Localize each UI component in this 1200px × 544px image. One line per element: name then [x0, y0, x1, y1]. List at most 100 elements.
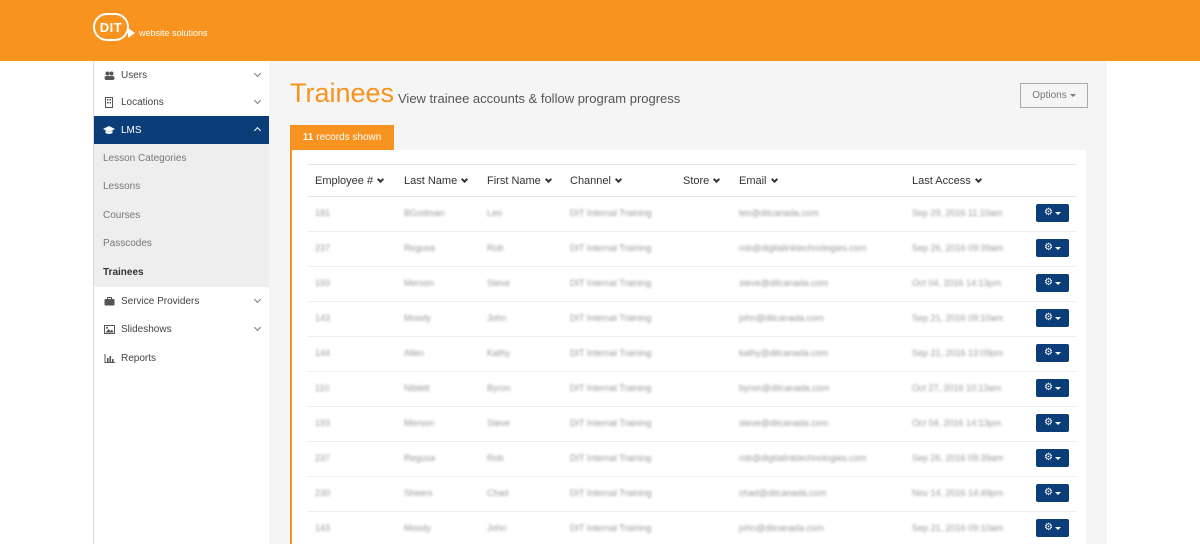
row-actions-button[interactable]: ⚙ — [1036, 239, 1069, 257]
table-row[interactable]: 144 Allen Kathy DIT Internal Training kathy@… — [307, 337, 1077, 372]
table-row[interactable]: 110 Niblett Byron DIT Internal Training byro… — [307, 372, 1077, 407]
column-header-last-name[interactable]: Last Name — [404, 175, 469, 187]
table-row[interactable]: 237 Regusa Rob DIT Internal Training rob@dig… — [307, 232, 1077, 267]
records-count-badge: 11 records shown — [290, 125, 394, 150]
sidebar-subitem-trainees[interactable]: Trainees — [94, 258, 270, 286]
row-actions-button[interactable]: ⚙ — [1036, 414, 1069, 432]
chevron-down-icon — [253, 69, 262, 78]
row-actions-button[interactable]: ⚙ — [1036, 449, 1069, 467]
column-header-store[interactable]: Store — [683, 175, 721, 187]
cell-last-access: Sep 21, 2016 13:09pm — [912, 348, 1004, 358]
row-actions-button[interactable]: ⚙ — [1036, 484, 1069, 502]
column-label: Employee # — [315, 175, 374, 187]
cell-last-access: Sep 29, 2016 11:10am — [912, 208, 1003, 218]
gear-icon: ⚙ — [1044, 207, 1053, 218]
sidebar-item-label: Locations — [121, 96, 164, 108]
right-gutter — [1107, 61, 1200, 544]
cell-employee: 230 — [315, 488, 331, 498]
cell-last-access: Sep 21, 2016 09:10am — [912, 313, 1004, 323]
cell-employee: 237 — [315, 453, 331, 463]
table-row[interactable]: 143 Moody John DIT Internal Training john@di… — [307, 302, 1077, 337]
cell-last: Regusa — [404, 243, 436, 253]
cell-email: rob@digitalinktechnologies.com — [739, 453, 867, 463]
sidebar-item-reports[interactable]: Reports — [94, 344, 270, 372]
gear-icon: ⚙ — [1044, 452, 1053, 463]
sidebar-subitem-passcodes[interactable]: Passcodes — [94, 229, 270, 257]
caret-down-icon — [1054, 316, 1061, 320]
row-actions-button[interactable]: ⚙ — [1036, 309, 1069, 327]
column-header-last-access[interactable]: Last Access — [912, 175, 982, 187]
row-actions-button[interactable]: ⚙ — [1036, 344, 1069, 362]
sidebar-item-users[interactable]: Users — [94, 61, 270, 89]
sidebar-item-locations[interactable]: Locations — [94, 88, 270, 116]
column-header-first-name[interactable]: First Name — [487, 175, 552, 187]
brand-logo[interactable]: DIT website solutions — [93, 13, 208, 41]
sort-chevron-icon — [974, 175, 982, 184]
table-row[interactable]: 193 Merson Steve DIT Internal Training steve… — [307, 407, 1077, 442]
cell-email: leo@ditcanada.com — [739, 208, 819, 218]
sort-chevron-icon — [713, 175, 721, 184]
gear-icon: ⚙ — [1044, 277, 1053, 288]
column-label: Email — [739, 175, 767, 187]
column-header-channel[interactable]: Channel — [570, 175, 623, 187]
cell-last: Regusa — [404, 453, 436, 463]
sidebar-item-lms[interactable]: LMS — [94, 116, 270, 144]
caret-down-icon — [1054, 421, 1061, 425]
sidebar-item-service-providers[interactable]: Service Providers — [94, 287, 270, 315]
cell-employee: 143 — [315, 313, 331, 323]
sort-chevron-icon — [770, 175, 778, 184]
users-icon — [103, 71, 115, 80]
gear-icon: ⚙ — [1044, 522, 1053, 533]
gear-icon: ⚙ — [1044, 382, 1053, 393]
cell-first: Byron — [487, 383, 511, 393]
cell-first: Rob — [487, 243, 504, 253]
sidebar-item-label: Reports — [121, 352, 157, 364]
column-header-email[interactable]: Email — [739, 175, 778, 187]
cell-email: steve@ditcanada.com — [739, 418, 829, 428]
cell-channel: DIT Internal Training — [570, 383, 652, 393]
caret-down-icon — [1054, 211, 1061, 215]
row-actions-button[interactable]: ⚙ — [1036, 274, 1069, 292]
table-row[interactable]: 193 Merson Steve DIT Internal Training steve… — [307, 267, 1077, 302]
cell-last-access: Oct 04, 2016 14:13pm — [912, 418, 1002, 428]
top-bar: DIT website solutions — [0, 0, 1200, 61]
cell-last: Allen — [404, 348, 425, 358]
cell-channel: DIT Internal Training — [570, 243, 652, 253]
gear-icon: ⚙ — [1044, 242, 1053, 253]
cell-first: John — [487, 523, 507, 533]
cell-channel: DIT Internal Training — [570, 453, 652, 463]
cell-employee: 143 — [315, 523, 331, 533]
cell-last-access: Sep 26, 2016 09:39am — [912, 453, 1004, 463]
gear-icon: ⚙ — [1044, 487, 1053, 498]
caret-down-icon — [1054, 491, 1061, 495]
table-header: Employee # Last Name First Name Channel … — [307, 164, 1077, 197]
sidebar-item-label: Service Providers — [121, 295, 200, 307]
cell-channel: DIT Internal Training — [570, 348, 652, 358]
cell-channel: DIT Internal Training — [570, 313, 652, 323]
page-subtitle: View trainee accounts & follow program p… — [398, 91, 681, 106]
row-actions-button[interactable]: ⚙ — [1036, 379, 1069, 397]
row-actions-button[interactable]: ⚙ — [1036, 204, 1069, 222]
logo-arrow-icon — [128, 28, 135, 38]
cell-last: Merson — [404, 278, 435, 288]
cell-channel: DIT Internal Training — [570, 278, 652, 288]
sidebar-subitem-lesson-categories[interactable]: Lesson Categories — [94, 144, 270, 172]
sidebar-subitem-courses[interactable]: Courses — [94, 201, 270, 229]
cell-first: Steve — [487, 278, 511, 288]
sidebar-item-slideshows[interactable]: Slideshows — [94, 315, 270, 343]
table-row[interactable]: 181 BGodman Leo DIT Internal Training leo@di… — [307, 197, 1077, 232]
row-actions-button[interactable]: ⚙ — [1036, 519, 1069, 537]
cell-first: Leo — [487, 208, 503, 218]
table-row[interactable]: 237 Regusa Rob DIT Internal Training rob@dig… — [307, 442, 1077, 477]
table-row[interactable]: 230 Sheers Chad DIT Internal Training chad@d… — [307, 477, 1077, 512]
table-row[interactable]: 143 Moody John DIT Internal Training john@di… — [307, 512, 1077, 544]
caret-down-icon — [1054, 351, 1061, 355]
caret-down-icon — [1054, 281, 1061, 285]
column-header-employee[interactable]: Employee # — [315, 175, 385, 187]
options-button[interactable]: Options — [1020, 83, 1088, 108]
cell-email: steve@ditcanada.com — [739, 278, 829, 288]
column-label: First Name — [487, 175, 541, 187]
sidebar-subitem-lessons[interactable]: Lessons — [94, 172, 270, 200]
cell-last: Niblett — [404, 383, 430, 393]
records-label: records shown — [316, 132, 382, 143]
